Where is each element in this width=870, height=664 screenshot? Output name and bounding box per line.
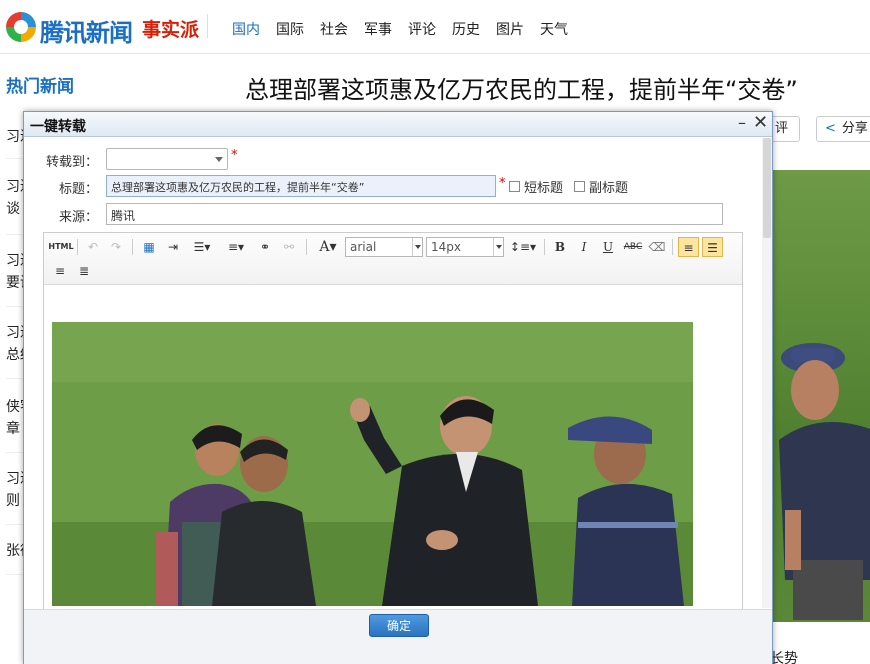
nav-item-commentary[interactable]: 评论 (408, 19, 436, 39)
undo-icon[interactable]: ↶ (84, 237, 102, 257)
dialog-titlebar[interactable]: 一键转载 – ✕ (24, 112, 772, 137)
bold-button[interactable]: B (550, 237, 570, 257)
main-nav: 国内 国际 社会 军事 评论 历史 图片 天气 (232, 19, 584, 39)
nav-item-society[interactable]: 社会 (320, 19, 348, 39)
line-height-icon[interactable]: ↕≡▾ (508, 237, 538, 257)
repost-dialog: 一键转载 – ✕ 转载到： * 标题： 总理部署这项惠及亿万农民的工程，提前半年… (23, 111, 773, 664)
align-justify-icon[interactable]: ☰ (702, 237, 723, 257)
page: 腾讯新闻 事实派 国内 国际 社会 军事 评论 历史 图片 天气 热门新闻 习近… (0, 0, 870, 664)
hot-news-title: 热门新闻 (6, 77, 74, 97)
strikethrough-button[interactable]: ABC (622, 237, 644, 257)
minimize-icon[interactable]: – (738, 113, 746, 132)
title-input[interactable]: 总理部署这项惠及亿万农民的工程，提前半年“交卷” (106, 175, 496, 197)
ok-button[interactable]: 确定 (369, 614, 429, 637)
comment-label: 评论 (775, 121, 789, 136)
title-label: 标题： (58, 182, 98, 197)
font-family-select[interactable]: arial (345, 237, 423, 257)
article-photo (773, 170, 870, 622)
title-input-value: 总理部署这项惠及亿万农民的工程，提前半年“交卷” (111, 181, 365, 194)
font-family-value: arial (350, 240, 377, 254)
nav-item-military[interactable]: 军事 (364, 19, 392, 39)
scrollbar-thumb[interactable] (763, 138, 771, 238)
source-input[interactable]: 腾讯 (106, 203, 723, 225)
editor-toolbar: HTML ↶ ↷ ▦ ⇥ ☰▾ ≡▾ ⚭ ⚯ A▾ arial 14px ↕≡▾… (44, 233, 742, 285)
rich-text-editor: HTML ↶ ↷ ▦ ⇥ ☰▾ ≡▾ ⚭ ⚯ A▾ arial 14px ↕≡▾… (43, 232, 743, 664)
chevron-down-icon (493, 238, 503, 256)
html-source-button[interactable]: HTML (48, 237, 74, 257)
ordered-list-icon[interactable]: ☰▾ (188, 237, 216, 257)
underline-button[interactable]: U (598, 237, 618, 257)
link-icon[interactable]: ⚭ (256, 237, 274, 257)
share-button[interactable]: < 分享 (816, 116, 870, 142)
toolbar-separator (544, 239, 545, 255)
chevron-down-icon (412, 238, 422, 256)
align-right-icon[interactable]: ≣ (74, 261, 94, 281)
logo-divider (207, 14, 208, 38)
unordered-list-icon[interactable]: ≡▾ (222, 237, 250, 257)
source-input-value: 腾讯 (111, 209, 136, 223)
char-ruler (407, 192, 487, 196)
brand-logo[interactable]: 腾讯新闻 (40, 13, 133, 48)
short-title-checkbox[interactable]: 短标题 (509, 177, 563, 196)
nav-item-international[interactable]: 国际 (276, 19, 304, 39)
nav-item-history[interactable]: 历史 (452, 19, 480, 39)
checkbox-box[interactable] (509, 181, 520, 192)
close-icon[interactable]: ✕ (753, 112, 768, 133)
font-color-button[interactable]: A▾ (314, 237, 342, 257)
site-header: 腾讯新闻 事实派 国内 国际 社会 军事 评论 历史 图片 天气 (0, 0, 870, 54)
short-title-label: 短标题 (524, 181, 564, 196)
indent-icon[interactable]: ⇥ (164, 237, 182, 257)
unlink-icon[interactable]: ⚯ (280, 237, 298, 257)
article-title: 总理部署这项惠及亿万农民的工程，提前半年“交卷” (245, 76, 798, 104)
brand-sub-logo[interactable]: 事实派 (142, 15, 199, 42)
align-left-icon[interactable]: ≡ (678, 237, 699, 257)
field-scene-illustration (52, 322, 693, 606)
toolbar-separator (132, 239, 133, 255)
toolbar-separator (77, 239, 78, 255)
sub-title-checkbox[interactable]: 副标题 (574, 177, 628, 196)
share-label: 分享 (841, 121, 868, 136)
nav-item-weather[interactable]: 天气 (540, 19, 568, 39)
toolbar-separator (306, 239, 307, 255)
align-center-icon[interactable]: ≡ (50, 261, 70, 281)
font-size-value: 14px (431, 240, 461, 254)
repost-to-select[interactable] (106, 148, 228, 170)
chevron-down-icon: ▾ (329, 239, 337, 255)
dialog-scrollbar[interactable] (762, 138, 772, 608)
editor-content-area[interactable] (44, 286, 742, 664)
redo-icon[interactable]: ↷ (107, 237, 125, 257)
dialog-title: 一键转载 (30, 119, 86, 135)
share-icon: < (825, 121, 836, 136)
italic-button[interactable]: I (574, 237, 594, 257)
required-mark: * (499, 176, 506, 191)
table-icon[interactable]: ▦ (140, 237, 158, 257)
toolbar-separator (672, 239, 673, 255)
font-color-label: A (319, 239, 330, 255)
source-label: 来源： (58, 210, 98, 225)
nav-item-pictures[interactable]: 图片 (496, 19, 524, 39)
required-mark: * (231, 148, 238, 163)
tencent-logo-icon[interactable] (6, 12, 36, 42)
article-text-fragment: 长势 (770, 651, 798, 664)
nav-item-domestic[interactable]: 国内 (232, 19, 260, 39)
article-photo-in-editor (52, 322, 693, 606)
chevron-down-icon (215, 157, 223, 162)
sub-title-label: 副标题 (589, 181, 629, 196)
dialog-footer: 确定 (24, 609, 772, 664)
farmer-figure (779, 343, 870, 620)
repost-to-label: 转载到： (45, 155, 98, 170)
checkbox-box[interactable] (574, 181, 585, 192)
font-size-select[interactable]: 14px (426, 237, 504, 257)
eraser-icon[interactable]: ⌫ (648, 237, 666, 257)
